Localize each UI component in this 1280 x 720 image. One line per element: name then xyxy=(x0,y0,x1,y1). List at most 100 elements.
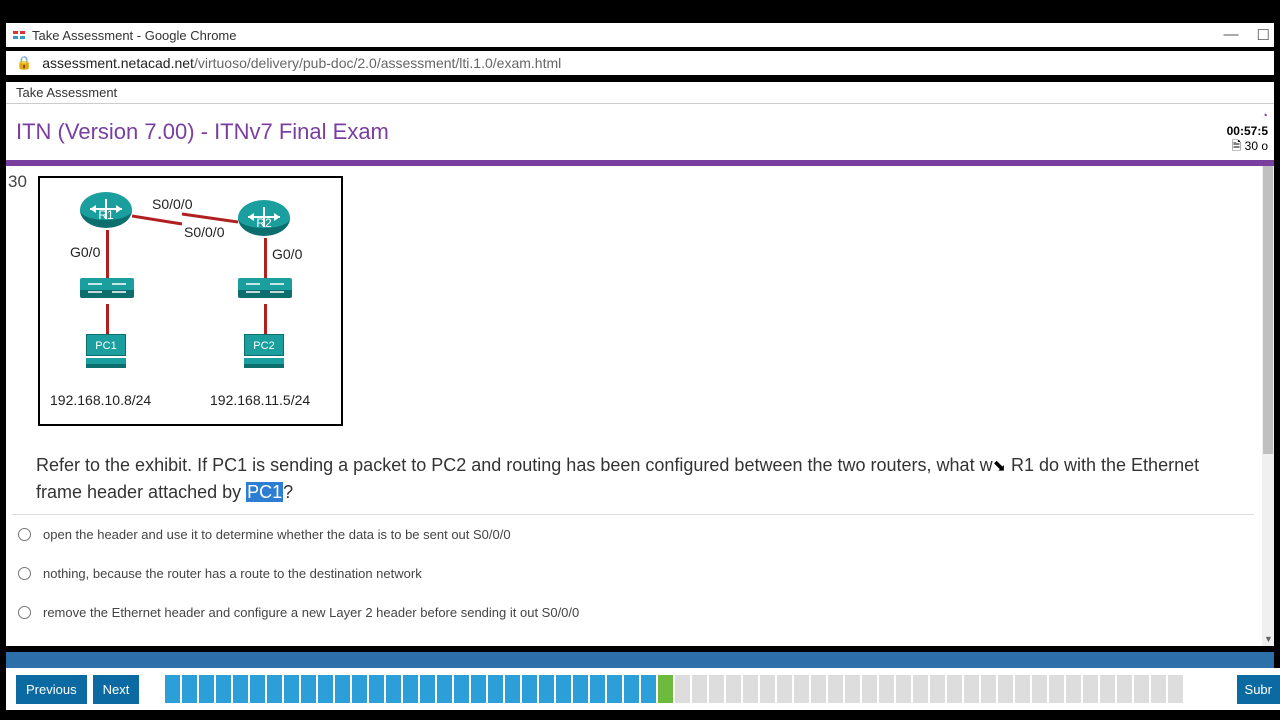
progress-box-done[interactable] xyxy=(216,675,231,703)
radio-input[interactable] xyxy=(18,567,31,580)
progress-box-done[interactable] xyxy=(233,675,248,703)
clock-icon: ◔ xyxy=(1261,110,1268,122)
label-s000-top: S0/0/0 xyxy=(152,196,192,212)
progress-box-empty[interactable] xyxy=(726,675,741,703)
progress-box-empty[interactable] xyxy=(1134,675,1149,703)
progress-box-done[interactable] xyxy=(199,675,214,703)
progress-box-done[interactable] xyxy=(301,675,316,703)
progress-box-done[interactable] xyxy=(505,675,520,703)
url-path: /virtuoso/delivery/pub-doc/2.0/assessmen… xyxy=(194,55,561,71)
progress-box-empty[interactable] xyxy=(845,675,860,703)
switch-right xyxy=(238,278,292,298)
answer-text: nothing, because the router has a route … xyxy=(43,566,422,581)
radio-input[interactable] xyxy=(18,606,31,619)
progress-box-empty[interactable] xyxy=(1168,675,1183,703)
pc1: PC1 xyxy=(86,334,130,370)
link-line xyxy=(106,230,109,278)
maximize-icon[interactable]: ☐ xyxy=(1257,26,1270,44)
tab-label[interactable]: Take Assessment xyxy=(16,85,117,100)
progress-box-done[interactable] xyxy=(318,675,333,703)
radio-input[interactable] xyxy=(18,528,31,541)
label-g00-right: G0/0 xyxy=(272,246,302,262)
progress-box-empty[interactable] xyxy=(1015,675,1030,703)
favicon-icon xyxy=(12,28,26,42)
progress-box-empty[interactable] xyxy=(794,675,809,703)
progress-box-done[interactable] xyxy=(556,675,571,703)
progress-box-done[interactable] xyxy=(488,675,503,703)
progress-box-empty[interactable] xyxy=(930,675,945,703)
progress-box-done[interactable] xyxy=(454,675,469,703)
answer-option[interactable]: remove the Ethernet header and configure… xyxy=(12,593,1254,632)
window-title: Take Assessment - Google Chrome xyxy=(32,28,236,43)
progress-box-empty[interactable] xyxy=(675,675,690,703)
progress-box-done[interactable] xyxy=(352,675,367,703)
progress-box-done[interactable] xyxy=(284,675,299,703)
progress-box-done[interactable] xyxy=(420,675,435,703)
scroll-down-icon[interactable]: ▼ xyxy=(1264,634,1273,644)
progress-box-empty[interactable] xyxy=(964,675,979,703)
progress-box-empty[interactable] xyxy=(981,675,996,703)
progress-box-empty[interactable] xyxy=(1117,675,1132,703)
progress-box-done[interactable] xyxy=(590,675,605,703)
pc2: PC2 xyxy=(244,334,288,370)
progress-box-done[interactable] xyxy=(182,675,197,703)
exam-header: ITN (Version 7.00) - ITNv7 Final Exam ◔ … xyxy=(6,104,1274,160)
progress-box-empty[interactable] xyxy=(1032,675,1047,703)
progress-box-done[interactable] xyxy=(335,675,350,703)
url-domain: assessment.netacad.net xyxy=(42,55,194,71)
label-ip2: 192.168.11.5/24 xyxy=(210,392,310,408)
progress-box-done[interactable] xyxy=(624,675,639,703)
exhibit-diagram: R1 R2 S0/0/0 S0/0/0 G0/0 G0/0 PC1 xyxy=(38,176,343,426)
label-g00-left: G0/0 xyxy=(70,244,100,260)
answer-list: open the header and use it to determine … xyxy=(12,514,1254,632)
progress-box-done[interactable] xyxy=(539,675,554,703)
minimize-icon[interactable]: — xyxy=(1224,26,1239,44)
progress-box-current[interactable] xyxy=(658,675,673,703)
progress-box-empty[interactable] xyxy=(811,675,826,703)
router-r2: R2 xyxy=(238,200,290,236)
switch-left xyxy=(80,278,134,298)
progress-box-empty[interactable] xyxy=(1049,675,1064,703)
progress-box-done[interactable] xyxy=(267,675,282,703)
answer-option[interactable]: open the header and use it to determine … xyxy=(12,515,1254,554)
progress-box-empty[interactable] xyxy=(777,675,792,703)
progress-box-done[interactable] xyxy=(250,675,265,703)
progress-box-done[interactable] xyxy=(165,675,180,703)
progress-box-empty[interactable] xyxy=(743,675,758,703)
progress-box-empty[interactable] xyxy=(1100,675,1115,703)
progress-box-empty[interactable] xyxy=(1151,675,1166,703)
progress-box-done[interactable] xyxy=(522,675,537,703)
progress-box-empty[interactable] xyxy=(760,675,775,703)
next-button[interactable]: Next xyxy=(93,675,140,704)
progress-box-empty[interactable] xyxy=(879,675,894,703)
exam-timer: ◔ 00:57:5 🗎 30 o xyxy=(1227,108,1268,155)
scrollbar-thumb[interactable] xyxy=(1263,166,1273,454)
progress-box-empty[interactable] xyxy=(896,675,911,703)
progress-box-done[interactable] xyxy=(573,675,588,703)
tab-strip: Take Assessment xyxy=(6,82,1274,104)
timer-value: 00:57:5 xyxy=(1227,124,1268,138)
label-ip1: 192.168.10.8/24 xyxy=(50,392,151,408)
answer-option[interactable]: nothing, because the router has a route … xyxy=(12,554,1254,593)
previous-button[interactable]: Previous xyxy=(16,675,87,704)
progress-box-done[interactable] xyxy=(471,675,486,703)
submit-button[interactable]: Subr xyxy=(1237,675,1280,704)
cursor-icon: ⬊ xyxy=(993,458,1006,475)
progress-box-done[interactable] xyxy=(369,675,384,703)
scrollbar[interactable]: ▼ xyxy=(1262,166,1274,646)
progress-box-done[interactable] xyxy=(437,675,452,703)
progress-box-empty[interactable] xyxy=(828,675,843,703)
address-bar[interactable]: 🔒 assessment.netacad.net/virtuoso/delive… xyxy=(6,51,1274,75)
progress-box-empty[interactable] xyxy=(998,675,1013,703)
progress-box-done[interactable] xyxy=(386,675,401,703)
progress-box-empty[interactable] xyxy=(947,675,962,703)
progress-box-empty[interactable] xyxy=(692,675,707,703)
progress-box-done[interactable] xyxy=(607,675,622,703)
progress-box-empty[interactable] xyxy=(1066,675,1081,703)
progress-box-empty[interactable] xyxy=(709,675,724,703)
progress-box-empty[interactable] xyxy=(1083,675,1098,703)
progress-box-done[interactable] xyxy=(641,675,656,703)
progress-box-done[interactable] xyxy=(403,675,418,703)
progress-box-empty[interactable] xyxy=(913,675,928,703)
progress-box-empty[interactable] xyxy=(862,675,877,703)
